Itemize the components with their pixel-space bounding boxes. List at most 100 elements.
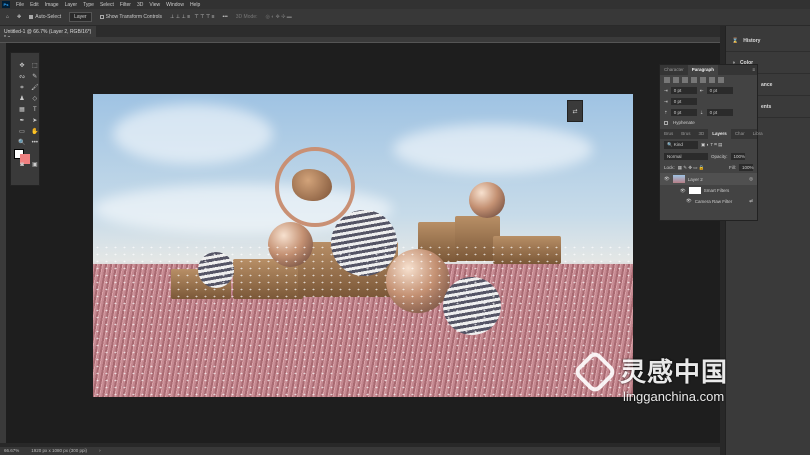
justify-icon[interactable] (691, 77, 697, 83)
tools-panel: ✥ ⬚ ᔓ ✎ ⌗ 🖌 ♟ ◇ ▦ T ✒ ➤ ▭ ✋ 🔍 ••• ◙ ▣ (10, 52, 40, 186)
lock-icons[interactable]: ▦ ✎ ✥ ▭ 🔒 (678, 165, 705, 171)
show-transform-checkbox[interactable]: Show Transform Controls (99, 14, 162, 20)
status-bar: 66.67% 1920 px x 1080 px (300 ppi) › (0, 447, 720, 455)
tab-channels[interactable]: Char (731, 129, 749, 139)
hand-tool-icon[interactable]: ✋ (31, 127, 39, 137)
eye-icon[interactable]: 👁 (686, 198, 692, 204)
3d-tools-icons[interactable]: ◎ ◐ ✥ ✣ ▬ (265, 14, 291, 20)
menu-3d[interactable]: 3D (137, 2, 143, 8)
menu-file[interactable]: File (16, 2, 24, 8)
stamp-tool-icon[interactable]: ♟ (14, 94, 30, 104)
dock-label: ents (761, 103, 772, 110)
filter-options-icon[interactable]: ⇌ (749, 198, 753, 204)
align-icons[interactable]: ⊥ ⊥ ⊥ ≡ ⊤ ⊤ ⊤ ≡ (170, 14, 214, 20)
indent-left-field[interactable]: 0 pt (670, 87, 697, 94)
opacity-label: Opacity: (711, 154, 728, 159)
tab-character[interactable]: Character (660, 65, 688, 75)
dock-label: History (743, 37, 761, 44)
more-tools-icon[interactable]: ••• (31, 138, 39, 148)
filter-mask-thumbnail (688, 187, 701, 194)
auto-select-checkbox[interactable]: Auto-Select (29, 14, 61, 20)
indent-right-field[interactable]: 0 pt (706, 87, 733, 94)
blend-mode-dropdown[interactable]: Normal (664, 153, 708, 160)
space-before-icon: ⇡ (664, 109, 668, 115)
space-after-field[interactable]: 0 pt (706, 109, 733, 116)
eye-icon[interactable]: 👁 (680, 188, 686, 194)
menu-type[interactable]: Type (83, 2, 94, 8)
panel-menu-icon[interactable]: ≡ (750, 65, 757, 75)
type-tool-icon[interactable]: T (31, 105, 39, 115)
document-tab[interactable]: Untitled-1 @ 66.7% (Layer 2, RGB/16*) * … (0, 26, 96, 41)
gradient-tool-icon[interactable]: ▦ (14, 105, 30, 115)
hyphenate-checkbox[interactable]: Hyphenate (660, 118, 757, 127)
layer-name: Layer 2 (687, 176, 703, 182)
move-tool-icon[interactable]: ✥ (14, 61, 30, 71)
shape-tool-icon[interactable]: ▭ (14, 127, 30, 137)
space-before-field[interactable]: 0 pt (670, 109, 697, 116)
menu-edit[interactable]: Edit (30, 2, 39, 8)
opacity-field[interactable]: 100% (730, 153, 745, 160)
filter-icons[interactable]: ▣ ◐ T ⌗ ▤ (701, 142, 722, 148)
menu-bar: Ps File Edit Image Layer Type Select Fil… (0, 0, 810, 9)
pen-tool-icon[interactable]: ✒ (14, 116, 30, 126)
menu-window[interactable]: Window (166, 2, 184, 8)
smart-filters-label: Smart Filters (703, 188, 730, 193)
brush-tool-icon[interactable]: 🖌 (31, 83, 39, 93)
quick-select-tool-icon[interactable]: ✎ (31, 72, 39, 82)
layer-filter-dropdown[interactable]: 🔍 Kind (664, 141, 698, 149)
lock-label: Lock: (664, 165, 675, 170)
align-center-icon[interactable] (673, 77, 679, 83)
eraser-tool-icon[interactable]: ◇ (31, 94, 39, 104)
justify-icon[interactable] (700, 77, 706, 83)
dock-history[interactable]: ⌛ History (726, 30, 810, 52)
menu-filter[interactable]: Filter (120, 2, 131, 8)
watermark: 灵感中国 lingganchina.com (572, 349, 728, 404)
tab-brushes[interactable]: Brus (660, 129, 677, 139)
tab-3d[interactable]: 3D (695, 129, 709, 139)
move-tool-icon[interactable]: ✥ (17, 14, 21, 20)
tab-libraries[interactable]: Libra (749, 129, 767, 139)
space-after-icon: ⇣ (699, 109, 704, 115)
justify-all-icon[interactable] (718, 77, 724, 83)
document-image[interactable] (93, 94, 633, 397)
menu-help[interactable]: Help (190, 2, 200, 8)
document-info: 1920 px x 1080 px (300 ppi) (31, 448, 88, 453)
color-swatches[interactable] (14, 149, 30, 164)
tab-paragraph[interactable]: Paragraph (687, 65, 719, 75)
cloud (113, 104, 273, 164)
3d-mode-label: 3D Mode: (235, 14, 258, 20)
quick-mask-icon[interactable]: ◙ (14, 160, 30, 170)
layer-select-dropdown[interactable]: Layer (69, 12, 92, 22)
tab-brush-settings[interactable]: Brus (677, 129, 694, 139)
camera-raw-filter-row[interactable]: 👁 Camera Raw Filter ⇌ (660, 196, 757, 206)
lasso-tool-icon[interactable]: ᔓ (14, 72, 30, 82)
filter-name: Camera Raw Filter (694, 198, 733, 204)
menu-select[interactable]: Select (100, 2, 114, 8)
tab-layers[interactable]: Layers (708, 129, 731, 139)
first-line-indent-field[interactable]: 0 pt (670, 98, 697, 105)
screen-mode-icon[interactable]: ▣ (31, 160, 39, 170)
zoom-tool-icon[interactable]: 🔍 (14, 138, 30, 148)
smart-filters-row[interactable]: 👁 Smart Filters (660, 185, 757, 196)
align-left-icon[interactable] (664, 77, 670, 83)
cloud (393, 124, 593, 174)
contextual-task-icon[interactable]: ⇄ (567, 100, 583, 122)
history-icon: ⌛ (732, 37, 739, 44)
zoom-level[interactable]: 66.67% (4, 448, 19, 454)
more-icon[interactable]: ••• (223, 14, 228, 20)
crop-tool-icon[interactable]: ⌗ (14, 83, 30, 93)
eye-icon[interactable]: 👁 (664, 176, 670, 182)
auto-select-label: Auto-Select (35, 14, 62, 20)
marquee-tool-icon[interactable]: ⬚ (31, 61, 39, 71)
menu-layer[interactable]: Layer (65, 2, 78, 8)
menu-image[interactable]: Image (45, 2, 59, 8)
watermark-url: lingganchina.com (623, 389, 725, 404)
fill-field[interactable]: 100% (739, 164, 754, 171)
align-right-icon[interactable] (682, 77, 688, 83)
chevron-right-icon[interactable]: › (99, 448, 101, 454)
layer-row[interactable]: 👁 Layer 2 ◎ (660, 173, 757, 185)
justify-icon[interactable] (709, 77, 715, 83)
home-icon[interactable]: ⌂ (6, 14, 9, 20)
menu-view[interactable]: View (149, 2, 160, 8)
path-select-tool-icon[interactable]: ➤ (31, 116, 39, 126)
